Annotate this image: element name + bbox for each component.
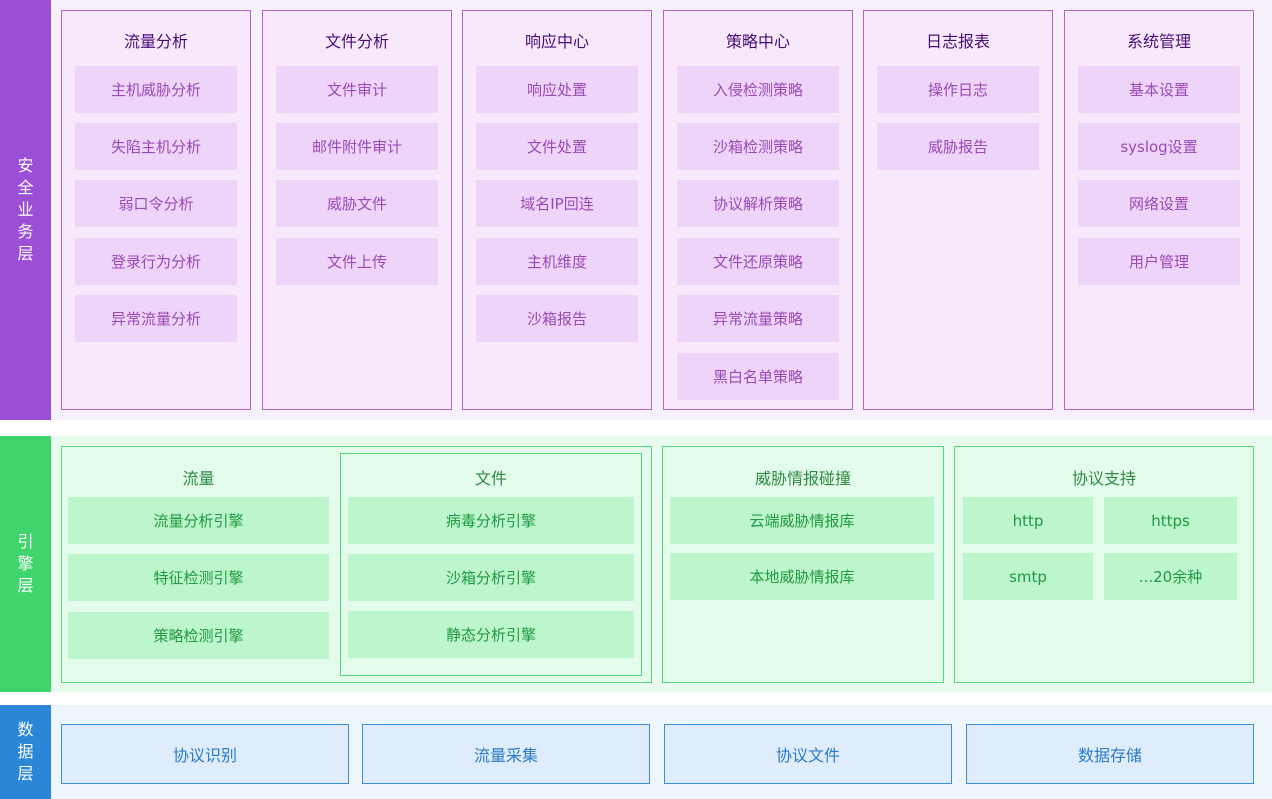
file-engine-group: 文件 病毒分析引擎 沙箱分析引擎 静态分析引擎: [340, 453, 642, 676]
engine-item: 本地威胁情报库: [670, 553, 934, 600]
data-item: 协议文件: [664, 724, 952, 784]
module-item: 文件处置: [476, 123, 638, 170]
threat-intel-title: 威胁情报碰撞: [754, 469, 851, 488]
protocol-support-group: 协议支持 http https smtp ...20余种: [954, 446, 1254, 683]
data-item: 流量采集: [362, 724, 650, 784]
module-item: 弱口令分析: [75, 180, 237, 227]
module-item: 用户管理: [1078, 238, 1240, 285]
engine-item: 静态分析引擎: [348, 611, 634, 658]
module-item: 威胁报告: [877, 123, 1039, 170]
module-title: 响应中心: [524, 32, 589, 51]
module-column: 日志报表操作日志威胁报告: [863, 10, 1053, 410]
module-column: 策略中心入侵检测策略 沙箱检测策略 协议解析策略 文件还原策略 异常流量策略 黑白名单策略: [663, 10, 853, 410]
engine-item: 策略检测引擎: [68, 612, 329, 659]
traffic-engine-title: 流量: [182, 469, 215, 488]
module-column: 响应中心响应处置文件处置域名IP回连 主机维度沙箱报告: [462, 10, 652, 410]
module-item: 操作日志: [877, 66, 1039, 113]
data-item: 数据存储: [966, 724, 1254, 784]
security-layer-label-char: 安: [17, 156, 34, 175]
engine-layer-label-char: 擎: [17, 554, 34, 573]
module-column: 系统管理基本设置 syslog设置 网络设置用户管理: [1064, 10, 1254, 410]
file-engine-title: 文件: [474, 469, 507, 488]
module-item: 入侵检测策略: [677, 66, 839, 113]
engine-item: 病毒分析引擎: [348, 497, 634, 544]
engine-layer-label: 引擎层: [0, 436, 51, 692]
data-layer-label: 数据层: [0, 705, 51, 799]
threat-intel-group: 威胁情报碰撞 云端威胁情报库 本地威胁情报库: [662, 446, 944, 683]
module-item: 异常流量策略: [677, 295, 839, 342]
module-item: 响应处置: [476, 66, 638, 113]
engine-item: 流量分析引擎: [68, 497, 329, 544]
security-layer-label-char: 全: [17, 178, 34, 197]
module-item: 域名IP回连: [476, 180, 638, 227]
module-item: 威胁文件: [276, 180, 438, 227]
data-item: 协议识别: [61, 724, 349, 784]
module-title: 策略中心: [725, 32, 790, 51]
module-item: syslog设置: [1078, 123, 1240, 170]
module-item: 主机维度: [476, 238, 638, 285]
engine-item: 特征检测引擎: [68, 554, 329, 601]
module-item: 黑白名单策略: [677, 353, 839, 400]
protocol-item: ...20余种: [1104, 553, 1237, 600]
module-item: 协议解析策略: [677, 180, 839, 227]
module-item: 沙箱报告: [476, 295, 638, 342]
engine-layer-label-char: 引: [17, 532, 34, 551]
security-layer-label-char: 务: [17, 222, 34, 241]
security-layer-label-char: 业: [17, 200, 34, 219]
module-item: 主机威胁分析: [75, 66, 237, 113]
security-layer-label: 安全业务层: [0, 0, 51, 420]
module-item: 登录行为分析: [75, 238, 237, 285]
module-column: 流量分析主机威胁分析 失陷主机分析 弱口令分析登录行为分析 异常流量分析: [61, 10, 251, 410]
module-item: 沙箱检测策略: [677, 123, 839, 170]
engine-layer-label-char: 层: [17, 576, 34, 595]
data-layer-label-char: 数: [17, 720, 34, 739]
module-title: 系统管理: [1126, 32, 1191, 51]
module-title: 文件分析: [324, 32, 389, 51]
engine-item: 云端威胁情报库: [670, 497, 934, 544]
module-item: 失陷主机分析: [75, 123, 237, 170]
engine-item: 沙箱分析引擎: [348, 554, 634, 601]
data-layer-label-char: 据: [17, 742, 34, 761]
module-title: 日志报表: [925, 32, 990, 51]
traffic-engine-group: 流量 流量分析引擎 特征检测引擎 策略检测引擎 文件 病毒分析引擎 沙箱分析引擎…: [61, 446, 652, 683]
module-item: 网络设置: [1078, 180, 1240, 227]
module-item: 异常流量分析: [75, 295, 237, 342]
module-item: 基本设置: [1078, 66, 1240, 113]
security-layer-label-char: 层: [17, 244, 34, 263]
module-item: 邮件附件审计: [276, 123, 438, 170]
protocol-item: http: [963, 497, 1093, 544]
data-layer-label-char: 层: [17, 764, 34, 783]
module-item: 文件上传: [276, 238, 438, 285]
module-item: 文件审计: [276, 66, 438, 113]
module-title: 流量分析: [123, 32, 188, 51]
protocol-support-title: 协议支持: [1071, 469, 1136, 488]
protocol-item: https: [1104, 497, 1237, 544]
protocol-item: smtp: [963, 553, 1093, 600]
module-column: 文件分析文件审计邮件附件审计 威胁文件文件上传: [262, 10, 452, 410]
module-item: 文件还原策略: [677, 238, 839, 285]
